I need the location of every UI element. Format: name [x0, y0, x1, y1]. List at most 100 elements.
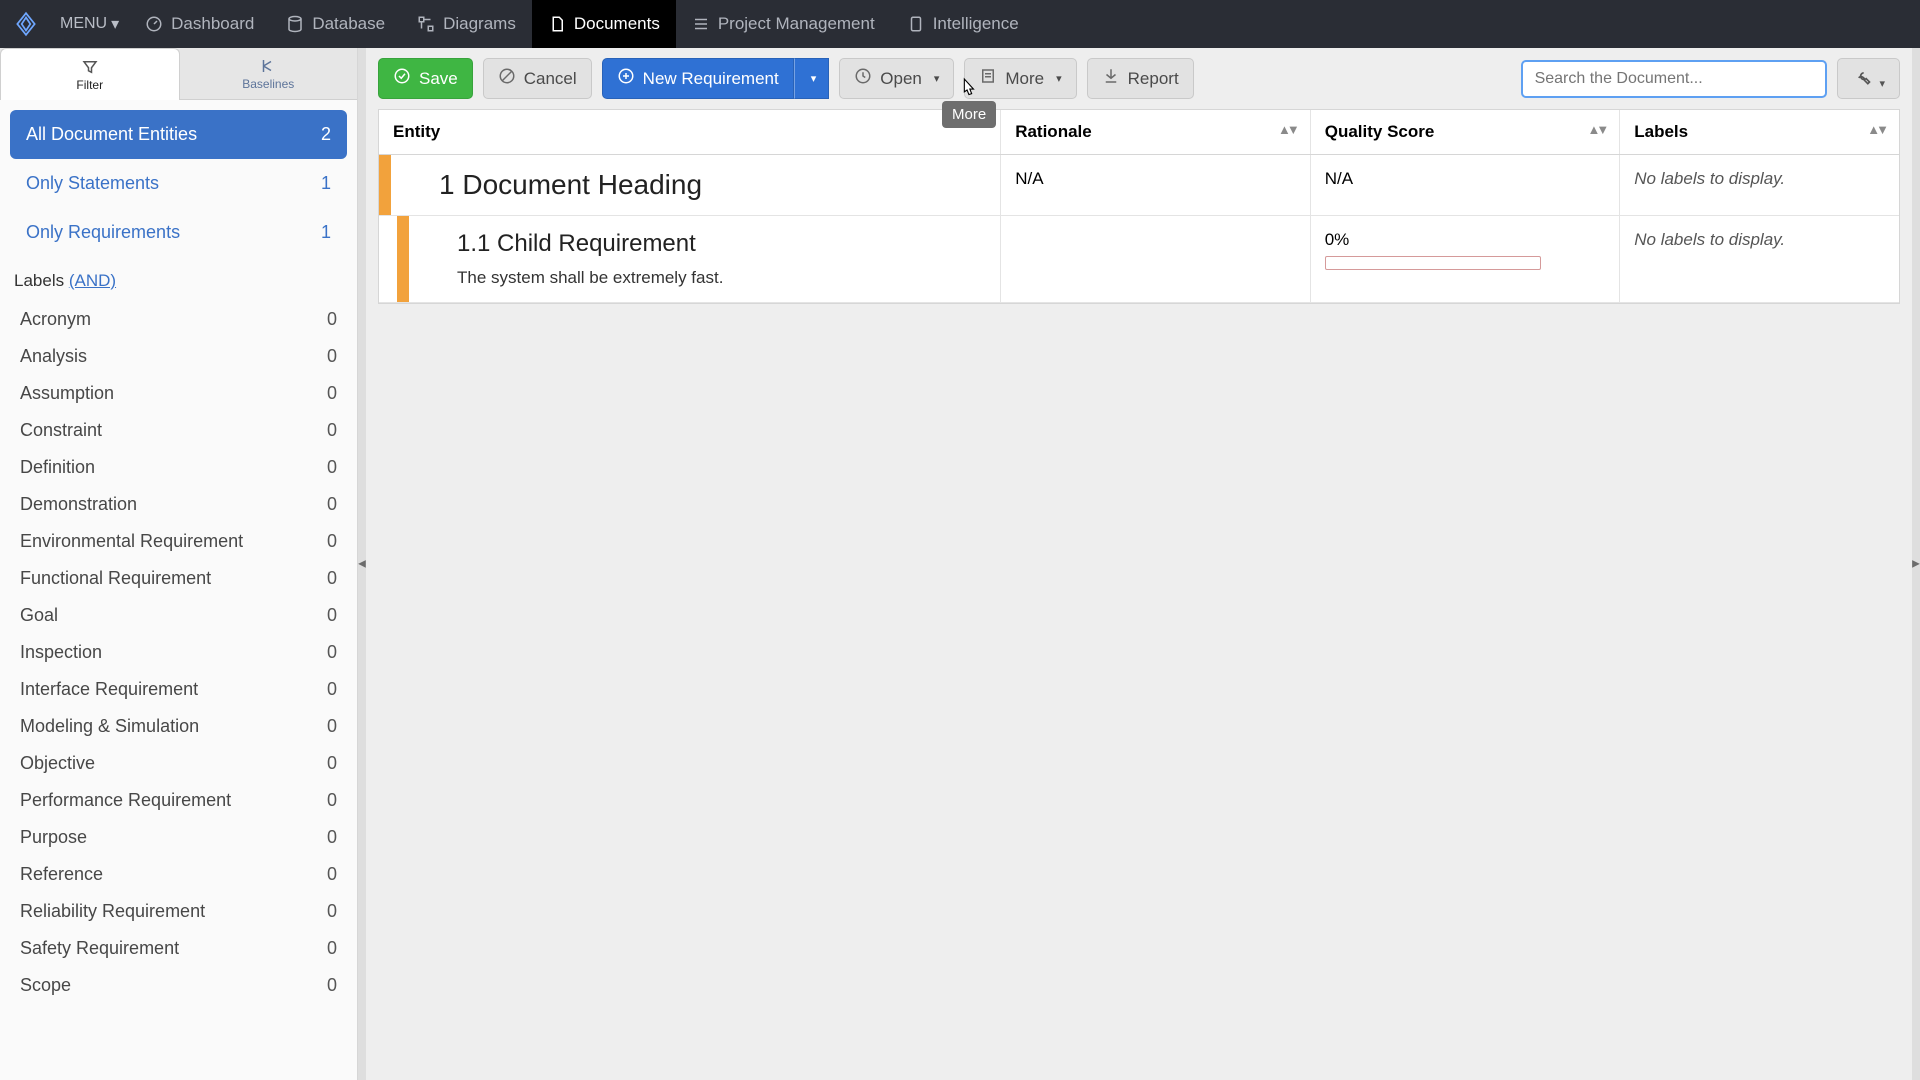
label-name: Reliability Requirement	[20, 901, 205, 922]
labels-cell: No labels to display.	[1634, 169, 1785, 188]
filter-all-entities[interactable]: All Document Entities 2	[10, 110, 347, 159]
toolbar: Save Cancel New Requirement ▾ Open ▾	[366, 48, 1912, 109]
label-row[interactable]: Performance Requirement 0	[14, 782, 343, 819]
label-count: 0	[327, 938, 337, 959]
nav-database[interactable]: Database	[270, 0, 401, 48]
label-count: 0	[327, 679, 337, 700]
label-row[interactable]: Acronym0	[14, 301, 343, 338]
label-name: Definition	[20, 457, 95, 478]
nav-label: Diagrams	[443, 14, 516, 34]
nav-dashboard[interactable]: Dashboard	[129, 0, 270, 48]
label-row[interactable]: Reliability Requirement 0	[14, 893, 343, 930]
label-name: Demonstration	[20, 494, 137, 515]
label-name: Modeling & Simulation	[20, 716, 199, 737]
button-label: Save	[419, 69, 458, 89]
label-row[interactable]: Demonstration0	[14, 486, 343, 523]
sidebar-tab-baselines[interactable]: Baselines	[180, 48, 358, 100]
more-button[interactable]: More ▾	[964, 58, 1076, 99]
row-marker	[397, 216, 409, 302]
right-splitter[interactable]: ▶	[1912, 48, 1920, 1080]
prohibit-icon	[498, 67, 516, 90]
label-name: Reference	[20, 864, 103, 885]
nav-documents[interactable]: Documents	[532, 0, 676, 48]
label-count: 0	[327, 975, 337, 996]
sidebar-splitter[interactable]: ◀	[358, 48, 366, 1080]
filter-count: 1	[321, 173, 331, 194]
filter-label: Only Statements	[26, 173, 159, 194]
sidebar-tab-filter[interactable]: Filter	[0, 48, 180, 100]
search-input[interactable]	[1521, 60, 1827, 98]
label-row[interactable]: Definition0	[14, 449, 343, 486]
label-name: Purpose	[20, 827, 87, 848]
label-name: Objective	[20, 753, 95, 774]
label-row[interactable]: Interface Requirement0	[14, 671, 343, 708]
filter-label: Only Requirements	[26, 222, 180, 243]
label-count: 0	[327, 309, 337, 330]
open-icon	[854, 67, 872, 90]
main-content: Save Cancel New Requirement ▾ Open ▾	[366, 48, 1912, 1080]
row-marker	[379, 155, 391, 215]
table-row[interactable]: 1 Document Heading N/A N/A No labels to …	[379, 155, 1899, 216]
report-button[interactable]: Report	[1087, 58, 1194, 99]
caret-down-icon: ▾	[811, 72, 817, 85]
column-quality-score[interactable]: Quality Score ▲▼	[1310, 110, 1620, 155]
tab-label: Baselines	[242, 77, 294, 91]
label-row[interactable]: Inspection0	[14, 634, 343, 671]
menu-dropdown[interactable]: MENU ▾	[50, 0, 129, 48]
open-button[interactable]: Open ▾	[839, 58, 954, 99]
label-row[interactable]: Assumption0	[14, 375, 343, 412]
label-name: Environmental Requirement	[20, 531, 243, 552]
label-row[interactable]: Reference0	[14, 856, 343, 893]
quality-value: 0%	[1325, 230, 1606, 250]
label-row[interactable]: Objective0	[14, 745, 343, 782]
rationale-cell	[1001, 216, 1311, 303]
quality-cell: N/A	[1310, 155, 1620, 216]
labels-cell: No labels to display.	[1634, 230, 1785, 249]
label-count: 0	[327, 642, 337, 663]
nav-intelligence[interactable]: Intelligence	[891, 0, 1035, 48]
label-row[interactable]: Functional Requirement 0	[14, 560, 343, 597]
column-labels[interactable]: Labels▲▼	[1620, 110, 1899, 155]
label-name: Constraint	[20, 420, 102, 441]
sort-icon: ▲▼	[1278, 122, 1296, 137]
label-row[interactable]: Purpose0	[14, 819, 343, 856]
label-count: 0	[327, 568, 337, 589]
diagrams-icon	[417, 15, 435, 33]
label-row[interactable]: Scope0	[14, 967, 343, 1004]
app-logo[interactable]	[8, 6, 44, 42]
filter-only-requirements[interactable]: Only Requirements 1	[10, 208, 347, 257]
labels-title: Labels	[14, 271, 64, 290]
sort-icon: ▲▼	[1588, 122, 1606, 137]
label-row[interactable]: Constraint0	[14, 412, 343, 449]
workspace: Filter Baselines All Document Entities 2…	[0, 48, 1920, 1080]
filter-icon	[81, 58, 99, 76]
label-name: Performance Requirement	[20, 790, 231, 811]
label-name: Functional Requirement	[20, 568, 211, 589]
nav-diagrams[interactable]: Diagrams	[401, 0, 532, 48]
document-table: Entity Rationale▲▼ Quality Score ▲▼ Label…	[378, 109, 1900, 304]
table-row[interactable]: 1.1 Child Requirement The system shall b…	[379, 216, 1899, 303]
entity-title: 1 Document Heading	[439, 169, 986, 201]
label-count: 0	[327, 901, 337, 922]
cancel-button[interactable]: Cancel	[483, 58, 592, 99]
col-label: Quality Score	[1325, 122, 1435, 141]
labels-mode-toggle[interactable]: (AND)	[69, 271, 116, 290]
quality-cell: 0%	[1310, 216, 1620, 303]
new-requirement-dropdown[interactable]: ▾	[794, 58, 830, 99]
column-rationale[interactable]: Rationale▲▼	[1001, 110, 1311, 155]
filter-only-statements[interactable]: Only Statements 1	[10, 159, 347, 208]
sidebar: Filter Baselines All Document Entities 2…	[0, 48, 358, 1080]
save-button[interactable]: Save	[378, 58, 473, 99]
nav-project-management[interactable]: Project Management	[676, 0, 891, 48]
column-entity[interactable]: Entity	[379, 110, 1001, 155]
new-requirement-button[interactable]: New Requirement	[602, 58, 794, 99]
sort-icon: ▲▼	[1867, 122, 1885, 137]
label-row[interactable]: Analysis0	[14, 338, 343, 375]
label-row[interactable]: Goal0	[14, 597, 343, 634]
report-icon	[1102, 67, 1120, 90]
label-row[interactable]: Modeling & Simulation0	[14, 708, 343, 745]
label-count: 0	[327, 790, 337, 811]
settings-button[interactable]: ▾	[1837, 58, 1900, 99]
label-row[interactable]: Environmental Requirement0	[14, 523, 343, 560]
label-row[interactable]: Safety Requirement0	[14, 930, 343, 967]
